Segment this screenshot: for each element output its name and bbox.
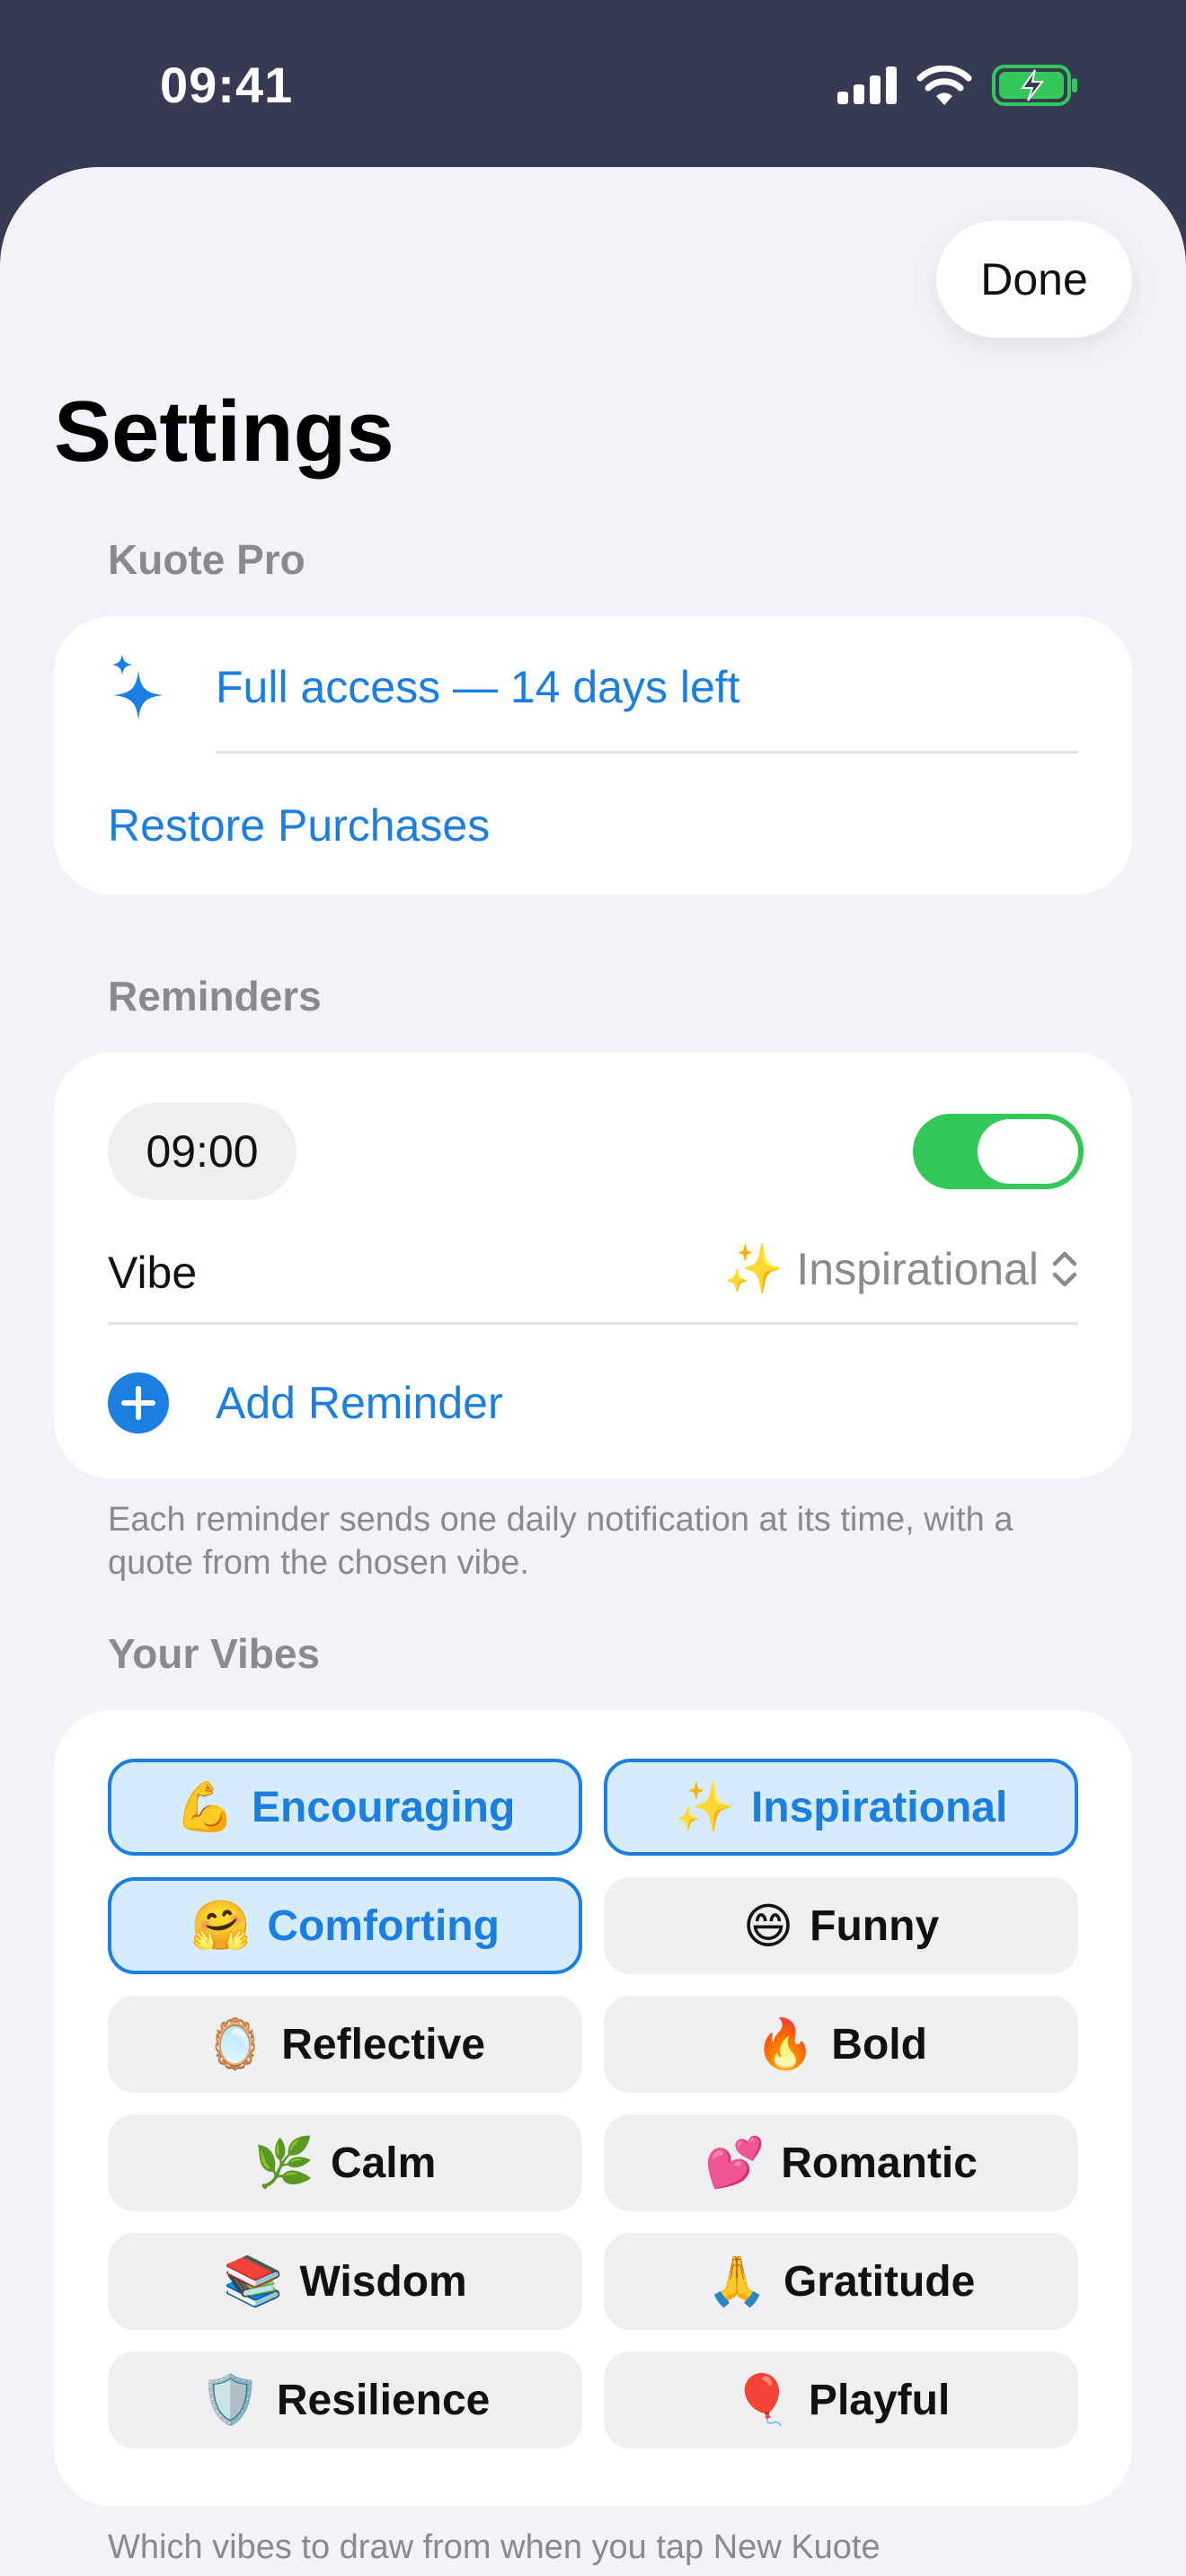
pro-card: Full access — 14 days left Restore Purch… xyxy=(54,616,1132,895)
vibe-chip-bold[interactable]: 🔥 Bold xyxy=(604,1996,1078,2093)
chevron-up-down-icon xyxy=(1052,1251,1077,1287)
fire-icon: 🔥 xyxy=(755,2016,816,2071)
vibe-chip-resilience[interactable]: 🛡️ Resilience xyxy=(108,2351,582,2448)
vibe-chip-wisdom[interactable]: 📚 Wisdom xyxy=(108,2233,582,2330)
reminder-time-picker[interactable]: 09:00 xyxy=(108,1103,296,1200)
vibe-picker[interactable]: ✨ Inspirational xyxy=(723,1238,1078,1301)
hugging-face-icon: 🤗 xyxy=(190,1898,252,1953)
vibe-chip-label: Romantic xyxy=(781,2139,978,2187)
grinning-face-icon: 😄 xyxy=(742,1899,794,1954)
status-time: 09:41 xyxy=(160,57,294,113)
vibe-label: Vibe xyxy=(108,1248,198,1298)
reminders-divider xyxy=(108,1322,1078,1325)
vibe-chip-label: Inspirational xyxy=(750,1783,1008,1831)
vibe-chip-romantic[interactable]: 💕 Romantic xyxy=(604,2114,1078,2211)
full-access-label[interactable]: Full access — 14 days left xyxy=(216,661,740,713)
vibe-chip-label: Reflective xyxy=(281,2020,486,2069)
vibe-chip-label: Bold xyxy=(831,2020,927,2069)
vibe-chip-comforting[interactable]: 🤗 Comforting xyxy=(108,1877,582,1974)
vibe-chip-funny[interactable]: 😄 Funny xyxy=(604,1877,1078,1974)
pro-divider xyxy=(216,751,1078,754)
page-title: Settings xyxy=(54,384,394,480)
battery-charging-icon xyxy=(992,65,1077,106)
vibe-chip-reflective[interactable]: 🪞 Reflective xyxy=(108,1996,582,2093)
vibe-chip-label: Comforting xyxy=(267,1901,500,1950)
vibe-grid: 💪 Encouraging ✨ Inspirational 🤗 Comforting … xyxy=(108,1759,1078,2448)
vibes-card: 💪 Encouraging ✨ Inspirational 🤗 Comforting … xyxy=(54,1710,1132,2506)
add-reminder-label: Add Reminder xyxy=(216,1378,503,1428)
vibe-chip-label: Funny xyxy=(810,1901,940,1950)
vibe-chip-inspirational[interactable]: ✨ Inspirational xyxy=(604,1759,1078,1856)
add-reminder-button[interactable]: Add Reminder xyxy=(108,1369,503,1437)
herb-icon: 🌿 xyxy=(253,2135,314,2190)
cellular-signal-icon xyxy=(837,66,897,104)
vibe-picker-value: Inspirational xyxy=(796,1244,1039,1294)
vibe-chip-calm[interactable]: 🌿 Calm xyxy=(108,2114,582,2211)
shield-icon: 🛡️ xyxy=(199,2372,261,2427)
vibe-chip-label: Calm xyxy=(330,2139,437,2187)
sparkles-icon xyxy=(111,654,164,720)
done-button[interactable]: Done xyxy=(936,221,1132,338)
two-hearts-icon: 💕 xyxy=(704,2135,766,2190)
reminder-toggle[interactable] xyxy=(913,1114,1084,1189)
vibe-chip-playful[interactable]: 🎈 Playful xyxy=(604,2351,1078,2448)
status-bar: 09:41 xyxy=(0,0,1186,167)
sparkles-emoji-icon: ✨ xyxy=(723,1241,784,1296)
settings-sheet: Done Settings Kuote Pro Full access — 14… xyxy=(0,167,1186,2576)
vibe-chip-label: Resilience xyxy=(276,2376,491,2424)
plus-circle-icon xyxy=(108,1372,169,1434)
vibe-chip-label: Wisdom xyxy=(299,2257,467,2306)
toggle-knob xyxy=(978,1119,1078,1184)
restore-purchases-button[interactable]: Restore Purchases xyxy=(108,799,490,851)
status-icons xyxy=(837,63,1078,108)
books-icon: 📚 xyxy=(223,2254,284,2308)
section-header-reminders: Reminders xyxy=(108,973,322,1019)
vibe-chip-encouraging[interactable]: 💪 Encouraging xyxy=(108,1759,582,1856)
flexed-biceps-icon: 💪 xyxy=(174,1779,235,1834)
section-header-pro: Kuote Pro xyxy=(108,536,305,583)
reminders-card: 09:00 Vibe ✨ Inspirational Add Reminder xyxy=(54,1053,1132,1478)
vibe-chip-label: Gratitude xyxy=(783,2257,976,2306)
wifi-icon xyxy=(916,66,972,105)
section-header-vibes: Your Vibes xyxy=(108,1630,321,1677)
vibes-footer: Which vibes to draw from when you tap Ne… xyxy=(108,2528,881,2566)
vibe-chip-gratitude[interactable]: 🙏 Gratitude xyxy=(604,2233,1078,2330)
vibe-chip-label: Playful xyxy=(808,2376,951,2424)
reminders-footer: Each reminder sends one daily notificati… xyxy=(108,1501,1013,1582)
folded-hands-icon: 🙏 xyxy=(706,2254,767,2308)
vibe-chip-label: Encouraging xyxy=(251,1783,516,1831)
balloon-icon: 🎈 xyxy=(731,2372,792,2427)
sparkles-emoji-icon: ✨ xyxy=(674,1779,735,1834)
mirror-icon: 🪞 xyxy=(204,2016,266,2071)
